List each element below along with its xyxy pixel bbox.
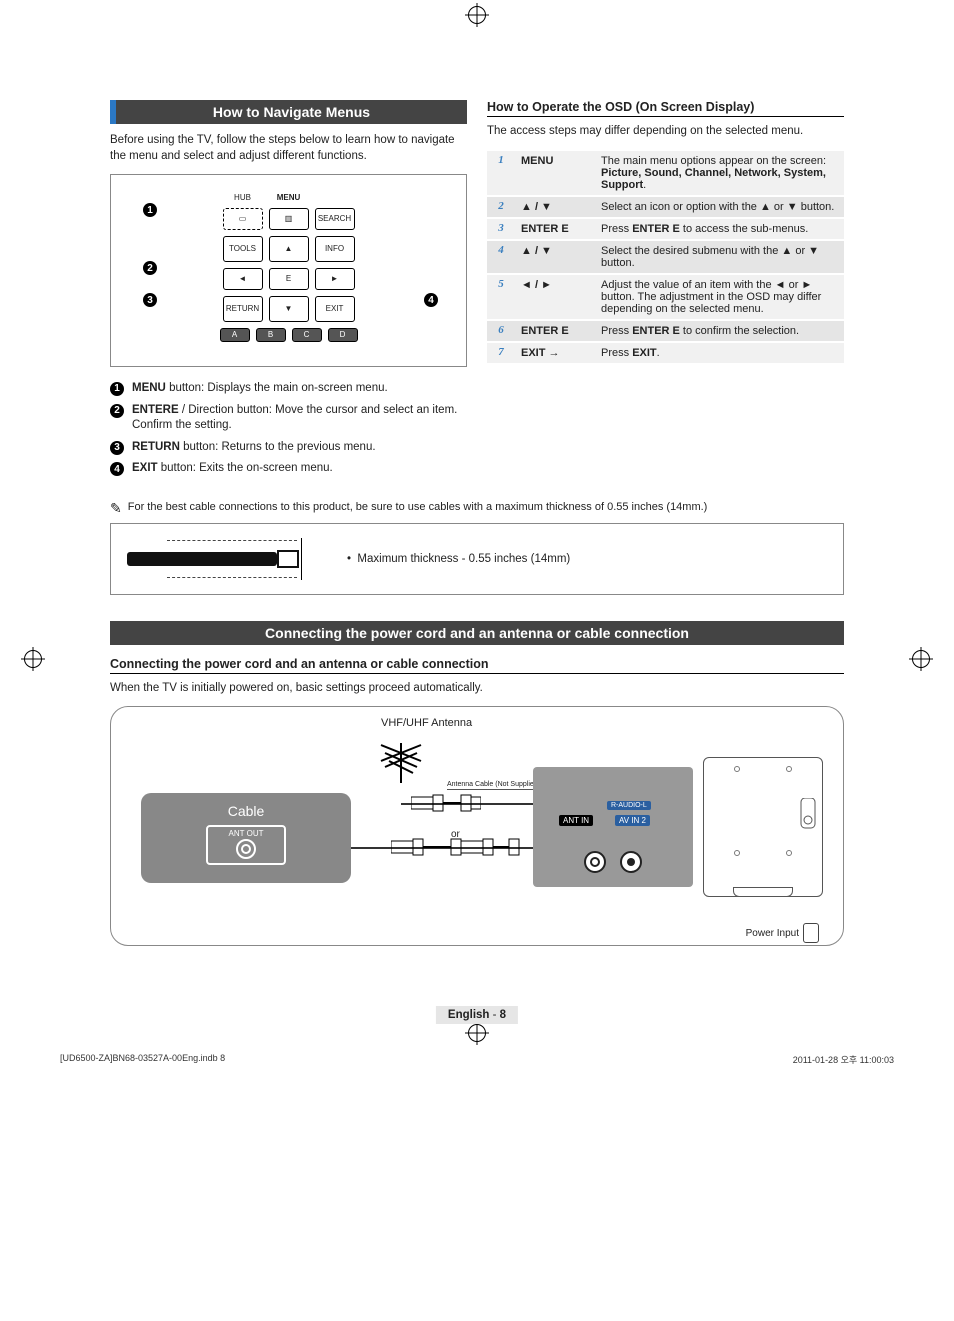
section-title-navigate: How to Navigate Menus <box>110 100 467 124</box>
power-plug-icon <box>803 923 819 943</box>
button-description-list: 1 MENU button: Displays the main on-scre… <box>110 381 467 477</box>
cable-wall-box: Cable ANT OUT <box>141 793 351 883</box>
coax-port-icon <box>236 839 256 859</box>
osd-step-6: 6 ENTER E Press ENTER E to confirm the s… <box>487 321 844 341</box>
audio-badge: R-AUDIO-L <box>607 801 651 810</box>
desc-bullet-2: 2 <box>110 404 124 418</box>
desc-item-2: 2 ENTERE / Direction button: Move the cu… <box>110 403 467 434</box>
meta-right: 2011-01-28 오후 11:00:03 <box>793 1053 894 1066</box>
cable-thickness-note: ✎ For the best cable connections to this… <box>110 501 844 515</box>
ant-out-port: ANT OUT <box>206 825 286 865</box>
hub-label: HUB <box>223 193 263 202</box>
print-meta-bar: [UD6500-ZA]BN68-03527A-00Eng.indb 8 2011… <box>60 1053 894 1066</box>
color-b-button: B <box>256 328 286 342</box>
nav-down-button: ▼ <box>269 296 309 322</box>
hub-button: ▭ <box>223 208 263 230</box>
nav-up-button: ▲ <box>269 236 309 262</box>
menu-label: MENU <box>269 193 309 202</box>
osd-step-2: 2 ▲ / ▼ Select an icon or option with th… <box>487 197 844 217</box>
connection-diagram: VHF/UHF Antenna Antenna Cable (Not Suppl… <box>110 706 844 946</box>
search-button: SEARCH <box>315 208 355 230</box>
section-title-connecting: Connecting the power cord and an antenna… <box>110 621 844 645</box>
osd-step-4: 4 ▲ / ▼ Select the desired submenu with … <box>487 241 844 273</box>
avin-badge: AV IN 2 <box>615 815 650 826</box>
right-column: How to Operate the OSD (On Screen Displa… <box>487 100 844 483</box>
info-button: INFO <box>315 236 355 262</box>
page-footer: English - 8 <box>436 1006 518 1024</box>
meta-left: [UD6500-ZA]BN68-03527A-00Eng.indb 8 <box>60 1053 225 1066</box>
tools-button: TOOLS <box>223 236 263 262</box>
osd-step-1: 1 MENU The main menu options appear on t… <box>487 151 844 195</box>
connecting-subhead: Connecting the power cord and an antenna… <box>110 657 844 674</box>
remote-illustration: 1 2 3 4 HUB MENU ▭ ▥ SEARCH TOOLS ▲ INF <box>110 174 467 367</box>
osd-step-3: 3 ENTER E Press ENTER E to access the su… <box>487 219 844 239</box>
nav-left-button: ◄ <box>223 268 263 290</box>
desc-item-1: 1 MENU button: Displays the main on-scre… <box>110 381 467 397</box>
cable-note-text: For the best cable connections to this p… <box>128 501 708 515</box>
av-port-icon <box>620 851 642 873</box>
antenna-label: VHF/UHF Antenna <box>381 717 472 729</box>
desc-bullet-3: 3 <box>110 441 124 455</box>
menu-button: ▥ <box>269 208 309 230</box>
osd-step-5: 5 ◄ / ► Adjust the value of an item with… <box>487 275 844 319</box>
left-column: How to Navigate Menus Before using the T… <box>110 100 467 483</box>
desc-item-4: 4 EXIT button: Exits the on-screen menu. <box>110 461 467 477</box>
color-a-button: A <box>220 328 250 342</box>
desc-bullet-1: 1 <box>110 382 124 396</box>
ant-in-badge: ANT IN <box>559 815 593 826</box>
power-socket-icon <box>798 798 818 838</box>
color-c-button: C <box>292 328 322 342</box>
color-d-button: D <box>328 328 358 342</box>
desc-bullet-4: 4 <box>110 462 124 476</box>
manual-page: How to Navigate Menus Before using the T… <box>0 0 954 1084</box>
navigate-intro-text: Before using the TV, follow the steps be… <box>110 132 467 164</box>
return-button: RETURN <box>223 296 263 322</box>
cable-tip-text: Maximum thickness - 0.55 inches (14mm) <box>357 553 570 565</box>
tv-input-panel: ANT IN R-AUDIO-L AV IN 2 <box>533 767 693 887</box>
osd-step-7: 7 EXIT → Press EXIT. <box>487 343 844 363</box>
antenna-icon <box>371 733 431 783</box>
callout-2: 2 <box>143 261 157 275</box>
or-label: or <box>451 829 460 840</box>
osd-intro: The access steps may differ depending on… <box>487 123 844 139</box>
cable-thickness-tip-box: • Maximum thickness - 0.55 inches (14mm) <box>110 523 844 595</box>
note-icon: ✎ <box>110 501 122 515</box>
connecting-intro: When the TV is initially powered on, bas… <box>110 680 844 696</box>
osd-heading: How to Operate the OSD (On Screen Displa… <box>487 100 844 117</box>
enter-button: E <box>269 268 309 290</box>
cable-sketch <box>127 534 307 584</box>
power-input-label: Power Input <box>746 928 799 939</box>
callout-4: 4 <box>424 293 438 307</box>
tv-back-illustration <box>703 757 823 897</box>
exit-button: EXIT <box>315 296 355 322</box>
ant-in-port-icon <box>584 851 606 873</box>
coax-connector-top <box>411 791 481 815</box>
callout-3: 3 <box>143 293 157 307</box>
antenna-cable-note: Antenna Cable (Not Supplied) <box>447 781 540 790</box>
desc-item-3: 3 RETURN button: Returns to the previous… <box>110 440 467 456</box>
callout-1: 1 <box>143 203 157 217</box>
nav-right-button: ► <box>315 268 355 290</box>
osd-steps-table: 1 MENU The main menu options appear on t… <box>487 149 844 365</box>
